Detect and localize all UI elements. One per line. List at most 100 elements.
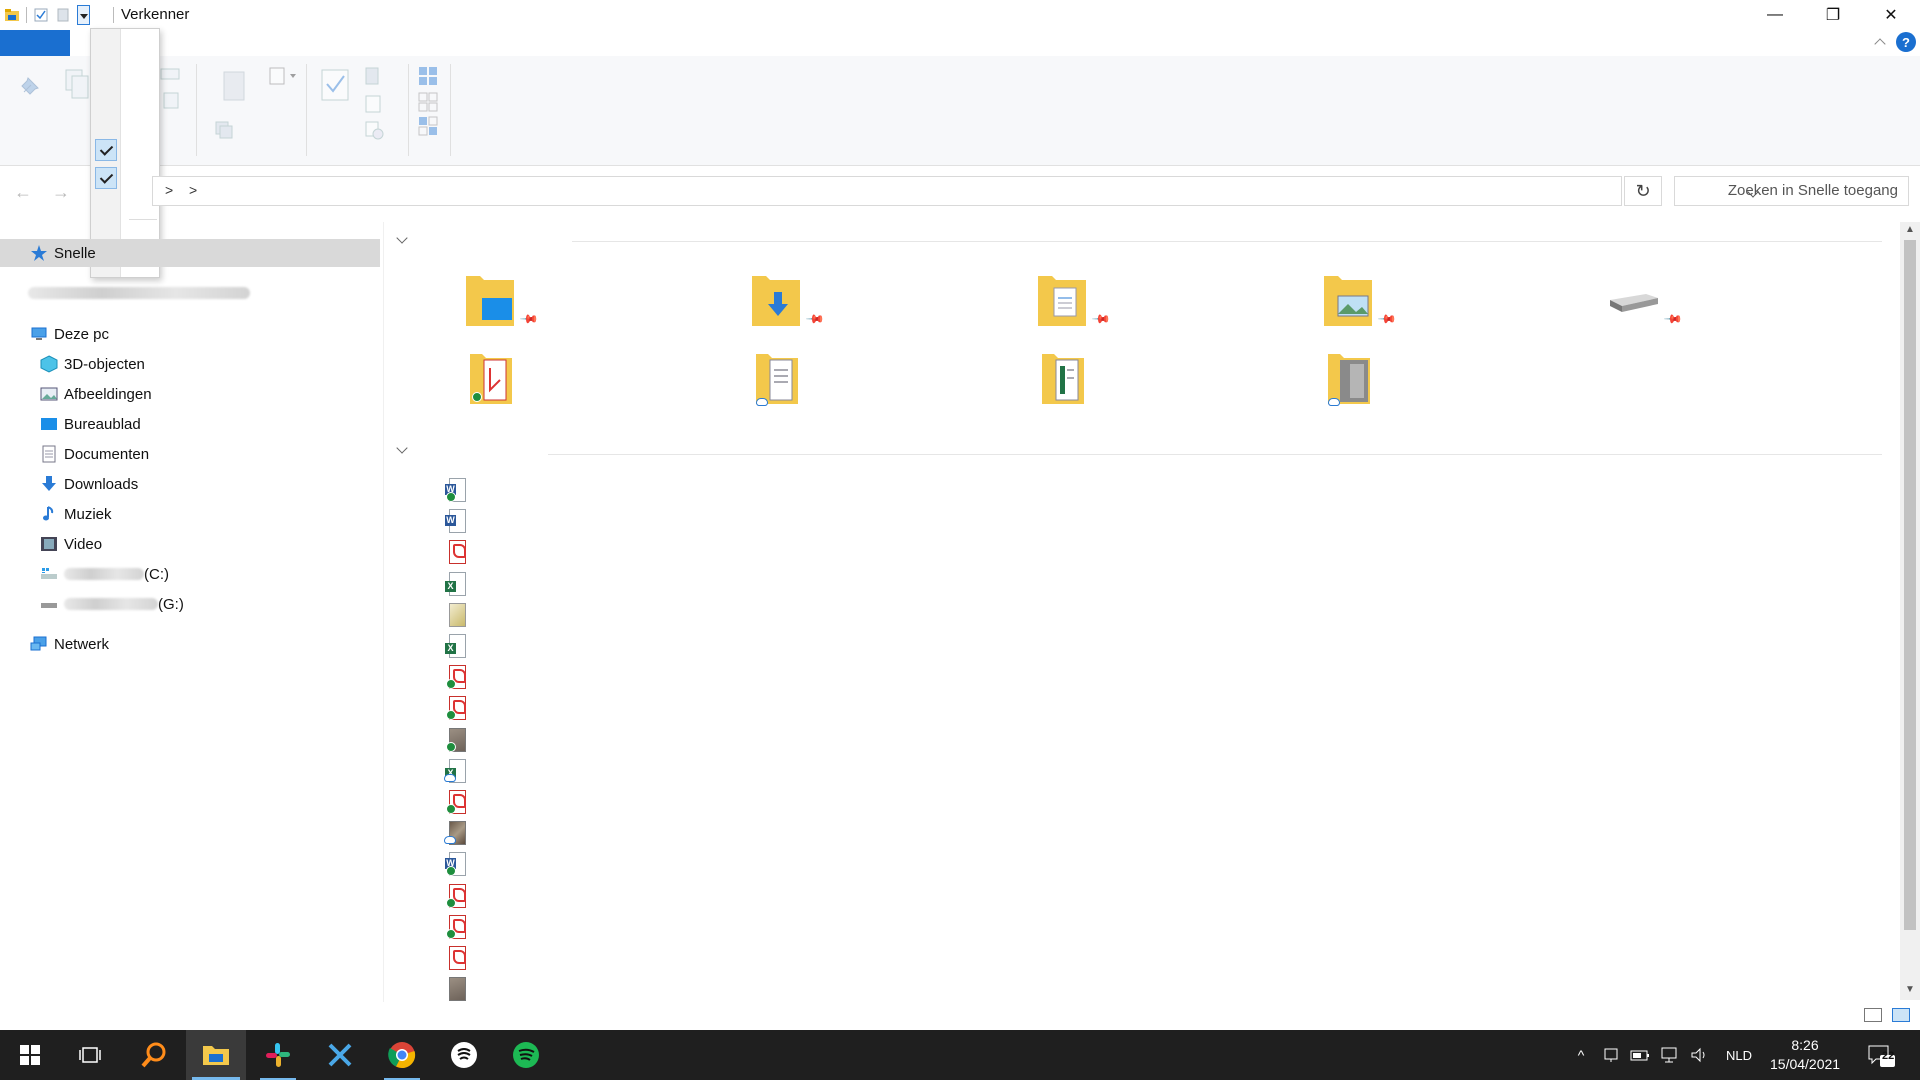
- folder-tile-images-cloud[interactable]: [1320, 350, 1390, 414]
- vertical-scrollbar[interactable]: ▲ ▼: [1900, 222, 1920, 1000]
- file-explorer-button[interactable]: [186, 1030, 246, 1080]
- nav-this-pc[interactable]: Deze pc: [30, 320, 109, 348]
- select-all-icon[interactable]: [418, 66, 438, 86]
- recent-file-item[interactable]: [444, 821, 468, 847]
- search-input[interactable]: Zoeken in Snelle toegang: [1674, 176, 1909, 206]
- recent-file-item[interactable]: [445, 852, 468, 878]
- recent-files-collapse-icon[interactable]: [396, 444, 408, 456]
- show-hidden-icons-icon[interactable]: ^: [1570, 1047, 1592, 1063]
- move-to-icon[interactable]: [222, 70, 246, 102]
- task-view-button[interactable]: [60, 1030, 120, 1080]
- recent-file-item[interactable]: [446, 790, 468, 816]
- nav-item-label: Downloads: [64, 475, 139, 493]
- forward-button[interactable]: →: [52, 182, 70, 203]
- recent-file-item[interactable]: [446, 602, 468, 629]
- copy-icon[interactable]: [64, 68, 92, 102]
- nav-onedrive[interactable]: [28, 279, 250, 307]
- recent-file-item[interactable]: [446, 696, 468, 722]
- recent-file-item[interactable]: [446, 883, 468, 910]
- nav-item-desktop[interactable]: Bureaublad: [40, 410, 141, 438]
- nav-item-video[interactable]: Video: [40, 530, 102, 558]
- pane-divider[interactable]: [383, 222, 384, 1002]
- recent-file-item[interactable]: [445, 634, 468, 660]
- breadcrumb-separator[interactable]: >: [165, 182, 173, 198]
- battery-icon[interactable]: [1630, 1046, 1650, 1064]
- pin-to-quick-access-icon[interactable]: [18, 72, 44, 98]
- help-button[interactable]: ?: [1896, 32, 1916, 52]
- nav-item-pictures[interactable]: Afbeeldingen: [40, 380, 152, 408]
- search-button[interactable]: [124, 1030, 184, 1080]
- breadcrumb-separator[interactable]: >: [189, 182, 197, 198]
- history-icon[interactable]: [364, 120, 386, 142]
- recent-file-item[interactable]: [446, 946, 468, 972]
- drive-tile[interactable]: 📌: [1606, 270, 1684, 334]
- nav-item-3d-objects[interactable]: 3D-objecten: [40, 350, 145, 378]
- recent-file-item[interactable]: [444, 758, 468, 785]
- large-icons-view-icon[interactable]: [1892, 1008, 1910, 1022]
- folder-tile-pdf[interactable]: [462, 350, 532, 414]
- paste-shortcut-icon[interactable]: [162, 90, 180, 110]
- folder-tile-spreadsheets[interactable]: [1034, 350, 1104, 414]
- app-s-button[interactable]: [434, 1030, 494, 1080]
- back-button[interactable]: ←: [14, 182, 32, 203]
- folder-tile-documents-cloud[interactable]: [748, 350, 818, 414]
- recent-file-item[interactable]: [445, 509, 468, 535]
- recent-file-item[interactable]: [446, 727, 468, 754]
- nav-item-documents[interactable]: Documenten: [40, 440, 149, 468]
- collapse-ribbon-icon[interactable]: [1874, 36, 1886, 48]
- recent-file-item[interactable]: [446, 540, 468, 566]
- meet-now-icon[interactable]: [1602, 1046, 1620, 1064]
- network-tray-icon[interactable]: [1660, 1046, 1680, 1064]
- spotify-button[interactable]: [496, 1030, 556, 1080]
- spreadsheet-folder-icon: [1042, 354, 1084, 404]
- nav-quick-access[interactable]: Snelle: [30, 239, 96, 267]
- recent-file-item[interactable]: [445, 478, 468, 504]
- scrollbar-thumb[interactable]: [1904, 240, 1916, 930]
- scroll-up-icon[interactable]: ▲: [1905, 224, 1915, 235]
- volume-icon[interactable]: [1690, 1046, 1710, 1064]
- folder-tile-pictures[interactable]: 📌: [1320, 270, 1398, 334]
- details-view-icon[interactable]: [1864, 1008, 1882, 1022]
- refresh-button[interactable]: ↻: [1624, 176, 1662, 206]
- easy-access-icon[interactable]: [214, 120, 244, 140]
- new-folder-icon[interactable]: [55, 7, 71, 23]
- invert-selection-icon[interactable]: [418, 116, 438, 136]
- action-center[interactable]: 22: [1866, 1030, 1896, 1080]
- open-icon[interactable]: [364, 66, 398, 86]
- customize-qat-dropdown[interactable]: [77, 5, 90, 25]
- nav-item-music[interactable]: Muziek: [40, 500, 112, 528]
- file-tab[interactable]: [0, 30, 70, 56]
- scroll-down-icon[interactable]: ▼: [1905, 984, 1915, 995]
- nav-network[interactable]: Netwerk: [30, 630, 109, 658]
- clock[interactable]: 8:26 15/04/2021: [1770, 1036, 1840, 1074]
- maximize-button[interactable]: ❐: [1804, 0, 1862, 30]
- folder-tile-documents[interactable]: 📌: [1034, 270, 1112, 334]
- nav-item-drive-c[interactable]: (C:): [40, 560, 169, 588]
- desktop-icon: [40, 415, 58, 433]
- start-button[interactable]: [0, 1030, 60, 1080]
- address-bar[interactable]: > >: [152, 176, 1622, 206]
- nav-item-drive-g[interactable]: (G:): [40, 590, 184, 618]
- select-none-icon[interactable]: [418, 92, 438, 112]
- folder-tile-desktop[interactable]: 📌: [462, 270, 540, 334]
- copy-path-icon[interactable]: [160, 68, 180, 80]
- close-button[interactable]: ✕: [1862, 0, 1920, 30]
- menu-check-item[interactable]: [95, 139, 117, 161]
- edit-icon[interactable]: [364, 94, 384, 114]
- input-language[interactable]: NLD: [1726, 1048, 1752, 1063]
- chrome-button[interactable]: [372, 1030, 432, 1080]
- recent-file-item[interactable]: [446, 665, 468, 691]
- app-x-button[interactable]: [310, 1030, 370, 1080]
- properties-icon[interactable]: [33, 7, 49, 23]
- recent-file-item[interactable]: [445, 571, 468, 598]
- frequent-folders-collapse-icon[interactable]: [396, 234, 408, 246]
- properties-large-icon[interactable]: [320, 68, 350, 114]
- new-item-icon[interactable]: [268, 66, 298, 86]
- slack-button[interactable]: [248, 1030, 308, 1080]
- nav-item-downloads[interactable]: Downloads: [40, 470, 138, 498]
- folder-tile-downloads[interactable]: 📌: [748, 270, 826, 334]
- recent-file-item[interactable]: [446, 977, 468, 1003]
- minimize-button[interactable]: —: [1746, 0, 1804, 30]
- nav-item-label: Bureaublad: [64, 415, 141, 433]
- recent-file-item[interactable]: [446, 914, 468, 941]
